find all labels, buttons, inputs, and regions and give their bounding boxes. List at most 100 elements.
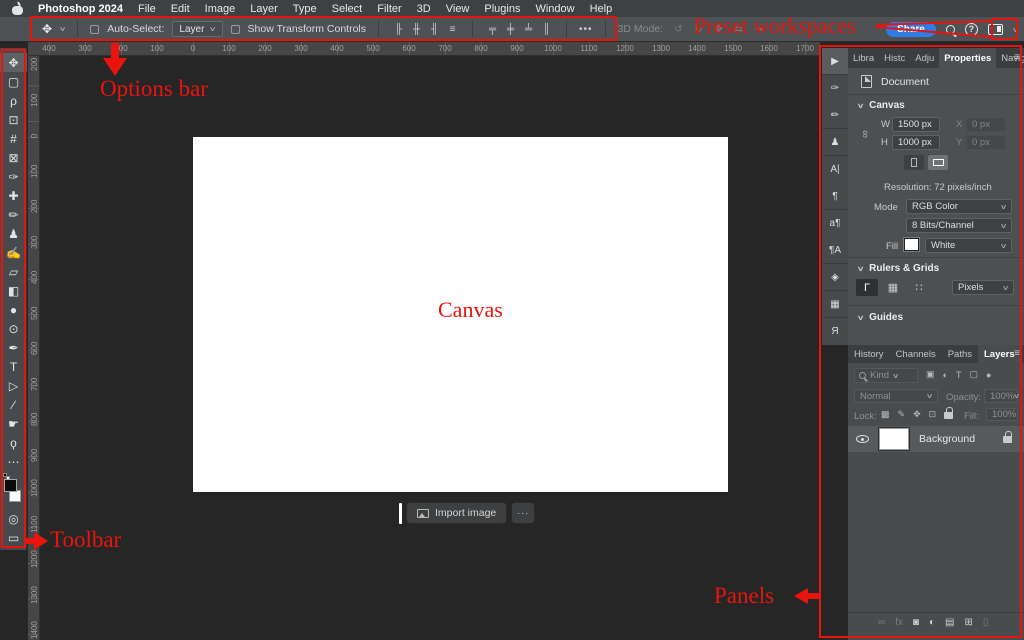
menu-item[interactable]: View [446,3,470,15]
align-horizontal-centers-icon[interactable]: ╫ [409,24,424,35]
menu-item[interactable]: Plugins [484,3,520,15]
import-image-button[interactable]: Import image [406,502,507,524]
align-right-edges-icon[interactable]: ╢ [427,24,442,35]
brush-tool[interactable]: ✏ [0,205,27,224]
pen-tool[interactable]: ✒ [0,338,27,357]
marquee-tool[interactable]: ▢ [0,72,27,91]
link-dimensions-icon[interactable]: ∞ [859,130,871,138]
help-icon[interactable]: ? [965,23,978,36]
brush-settings-panel-icon[interactable]: ✑ [822,75,848,102]
panel-tab[interactable]: Adju [910,48,939,68]
visibility-eye-icon[interactable] [856,435,869,443]
eyedropper-tool[interactable]: ✑ [0,167,27,186]
fill-color-swatch[interactable] [904,238,919,251]
collapse-panels-icon[interactable]: ▶ [822,48,848,75]
paragraph-styles-panel-icon[interactable]: ¶A [822,237,848,264]
color-mode-dropdown[interactable]: RGB Color ∨ [906,199,1012,214]
hand-tool[interactable]: ☛ [0,414,27,433]
filter-shape-layers-icon[interactable]: ▢ [969,369,978,380]
lock-paint-icon[interactable]: ✎ [898,409,906,420]
color-swatches[interactable] [0,473,27,509]
3d-panel-icon[interactable]: ◈ [822,264,848,291]
panel-menu-icon[interactable]: ≡ [1014,52,1020,63]
lasso-tool[interactable]: ρ [0,91,27,110]
units-dropdown[interactable]: Pixels ∨ [952,280,1014,295]
align-top-edges-icon[interactable]: ≡ [445,24,460,35]
panel-tab[interactable]: Channels [890,345,942,363]
clone-stamp-tool[interactable]: ♟ [0,224,27,243]
horizontal-ruler[interactable]: 4003002001000100200300400500600700800900… [28,42,820,56]
filter-type-layers-icon[interactable]: T [956,370,962,380]
3d-dolly-icon[interactable]: ⇥ [751,24,766,35]
more-align-options-icon[interactable]: ••• [579,24,593,35]
menu-item[interactable]: 3D [417,3,431,15]
vertical-ruler[interactable]: 2001000100200300400500600700800900100011… [28,56,40,640]
panel-tab[interactable]: Histc [879,48,910,68]
tool-preset-chevron-icon[interactable]: ∨ [59,25,67,33]
toggle-pixel-grid-button[interactable]: ∷ [908,279,930,296]
canvas[interactable] [193,137,728,492]
auto-select-checkbox[interactable] [90,25,99,34]
lock-artboard-icon[interactable]: ⊡ [929,409,937,420]
link-layers-icon[interactable]: ∞ [878,617,885,628]
layer-mask-icon[interactable]: ◙ [913,617,919,628]
type-tool[interactable]: T [0,357,27,376]
toggle-grid-button[interactable]: ▦ [882,279,904,296]
workspace-chevron-icon[interactable]: ∨ [1012,26,1020,34]
3d-pan-icon[interactable]: ✥ [711,24,726,35]
glyphs-panel-icon[interactable]: Я [822,318,848,345]
layer-thumbnail[interactable] [879,428,909,450]
filter-adjustment-layers-icon[interactable]: ◐ [943,370,948,380]
menu-item[interactable]: Filter [377,3,401,15]
fill-dropdown[interactable]: 100% [986,408,1018,421]
app-menu[interactable]: Photoshop 2024 [38,3,123,15]
opacity-dropdown[interactable]: 100% ∨ [984,389,1018,403]
3d-slide-icon[interactable]: ⇆ [731,24,746,35]
brushes-panel-icon[interactable]: ✏ [822,102,848,129]
guides-section-header[interactable]: ∨ Guides [858,312,903,323]
adjustment-layer-icon[interactable]: ◐ [929,617,935,628]
menu-item[interactable]: Image [205,3,236,15]
zoom-tool[interactable]: ϙ [0,433,27,452]
distribute-centers-icon[interactable]: ╪ [503,24,518,35]
width-field[interactable]: 1500 px [892,117,940,132]
fill-dropdown[interactable]: White ∨ [925,238,1012,253]
blur-tool[interactable]: ● [0,300,27,319]
panel-tab[interactable]: Properties [939,48,996,68]
layer-effects-icon[interactable]: fx [895,617,903,628]
group-layers-icon[interactable]: ▤ [945,617,954,628]
filter-kind-dropdown[interactable]: Kind ∨ [854,368,918,383]
paragraph-panel-icon[interactable]: ¶ [822,183,848,210]
workspace-switcher-icon[interactable] [988,24,1003,35]
menu-item[interactable]: Window [535,3,574,15]
auto-select-dropdown[interactable]: Layer ∨ [172,21,222,37]
distribute-bottom-icon[interactable]: ╧ [521,24,536,35]
dodge-tool[interactable]: ⊙ [0,319,27,338]
panel-menu-icon[interactable]: ≡ [1014,348,1020,359]
line-tool[interactable]: ∕ [0,395,27,414]
patterns-panel-icon[interactable]: ▦ [822,291,848,318]
search-icon[interactable] [946,25,955,34]
object-selection-tool[interactable]: ⊡ [0,110,27,129]
healing-brush-tool[interactable]: ✚ [0,186,27,205]
move-tool[interactable]: ✥ [0,53,27,72]
delete-layer-icon[interactable]: ▯ [983,617,989,628]
panel-tab[interactable]: Paths [942,345,978,363]
3d-roll-icon[interactable]: ↻ [691,24,706,35]
menu-item[interactable]: Help [590,3,613,15]
filter-pixel-layers-icon[interactable]: ▣ [926,369,935,380]
lock-move-icon[interactable]: ✥ [913,409,921,420]
panel-tab[interactable]: Libra [848,48,879,68]
height-field[interactable]: 1000 px [892,135,940,150]
menu-item[interactable]: Type [293,3,317,15]
menu-item[interactable]: Select [332,3,363,15]
quick-mask-button[interactable]: ◎ [0,509,27,528]
portrait-orientation-button[interactable] [904,155,924,170]
foreground-color-swatch[interactable] [4,479,17,492]
path-selection-tool[interactable]: ▷ [0,376,27,395]
landscape-orientation-button[interactable] [928,155,948,170]
y-field[interactable]: 0 px [966,135,1006,150]
frame-tool[interactable]: ⊠ [0,148,27,167]
blend-mode-dropdown[interactable]: Normal ∨ [854,389,938,403]
layer-row-background[interactable]: Background [848,426,1024,452]
